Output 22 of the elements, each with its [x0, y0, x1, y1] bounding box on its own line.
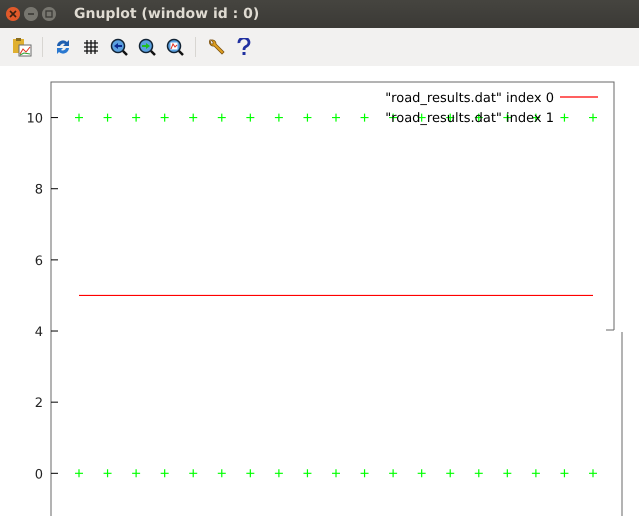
y-tick — [50, 259, 58, 260]
y-tick-label: 4 — [34, 325, 43, 340]
y-tick-label: 8 — [34, 182, 43, 198]
legend-label: "road_results.dat" index 0 — [385, 91, 554, 106]
close-icon — [9, 10, 17, 18]
y-tick — [50, 472, 58, 474]
maximize-button[interactable] — [42, 7, 56, 21]
y-tick — [50, 330, 58, 332]
y-tick-label: 10 — [26, 112, 43, 127]
y-tick-label: 0 — [34, 467, 43, 482]
maximize-icon — [45, 10, 53, 18]
window-title: Gnuplot (window id : 0) — [74, 6, 260, 22]
minimize-button[interactable] — [24, 7, 38, 21]
y-tick-label: 6 — [34, 254, 43, 269]
y-tick — [50, 188, 58, 190]
y-tick-label: 2 — [34, 396, 43, 412]
legend-label: "road_results.dat" index 1 — [385, 111, 554, 126]
y-tick — [50, 117, 58, 118]
clipboard-chart-icon[interactable] — [10, 35, 34, 59]
close-button[interactable] — [6, 7, 20, 21]
y-tick — [50, 402, 58, 403]
minimize-icon — [27, 10, 35, 18]
